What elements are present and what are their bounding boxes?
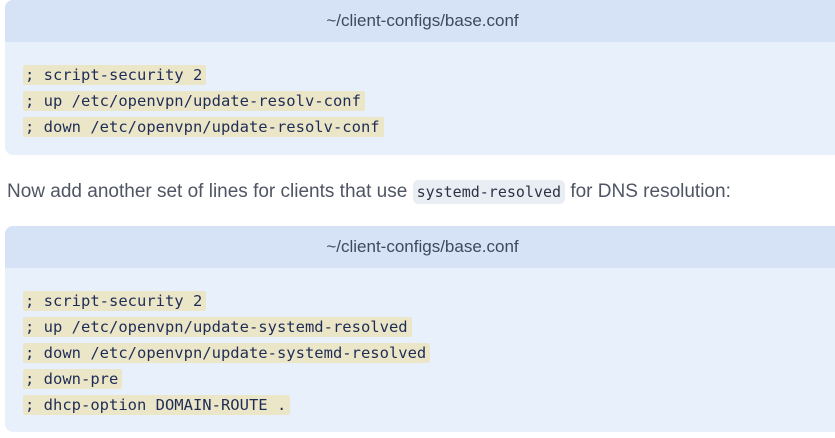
code-line: ; up /etc/openvpn/update-systemd-resolve… <box>23 314 835 340</box>
code-line-text: ; script-security 2 <box>23 291 207 311</box>
inline-code: systemd-resolved <box>412 180 566 204</box>
code-line-text: ; down /etc/openvpn/update-systemd-resol… <box>23 343 431 363</box>
code-line-text: ; up /etc/openvpn/update-systemd-resolve… <box>23 317 412 337</box>
code-line: ; up /etc/openvpn/update-resolv-conf <box>23 88 835 114</box>
code-line: ; script-security 2 <box>23 288 835 314</box>
code-block-filename: ~/client-configs/base.conf <box>5 226 835 268</box>
code-line-text: ; down /etc/openvpn/update-resolv-conf <box>23 117 384 137</box>
code-block-body: ; script-security 2 ; up /etc/openvpn/up… <box>5 268 835 418</box>
code-line: ; down /etc/openvpn/update-systemd-resol… <box>23 340 835 366</box>
code-line: ; script-security 2 <box>23 62 835 88</box>
code-line: ; down /etc/openvpn/update-resolv-conf <box>23 114 835 140</box>
code-line: ; dhcp-option DOMAIN-ROUTE . <box>23 392 835 418</box>
paragraph: Now add another set of lines for clients… <box>7 178 731 206</box>
code-block-2: ~/client-configs/base.conf ; script-secu… <box>5 226 835 432</box>
code-line-text: ; script-security 2 <box>23 65 207 85</box>
code-block-1: ~/client-configs/base.conf ; script-secu… <box>5 0 835 155</box>
code-line-text: ; up /etc/openvpn/update-resolv-conf <box>23 91 365 111</box>
code-block-body: ; script-security 2 ; up /etc/openvpn/up… <box>5 42 835 140</box>
paragraph-text-after: for DNS resolution: <box>565 181 731 202</box>
code-line: ; down-pre <box>23 366 835 392</box>
code-block-filename: ~/client-configs/base.conf <box>5 0 835 42</box>
code-line-text: ; dhcp-option DOMAIN-ROUTE . <box>23 395 291 415</box>
code-line-text: ; down-pre <box>23 369 123 389</box>
paragraph-text-before: Now add another set of lines for clients… <box>7 181 413 202</box>
